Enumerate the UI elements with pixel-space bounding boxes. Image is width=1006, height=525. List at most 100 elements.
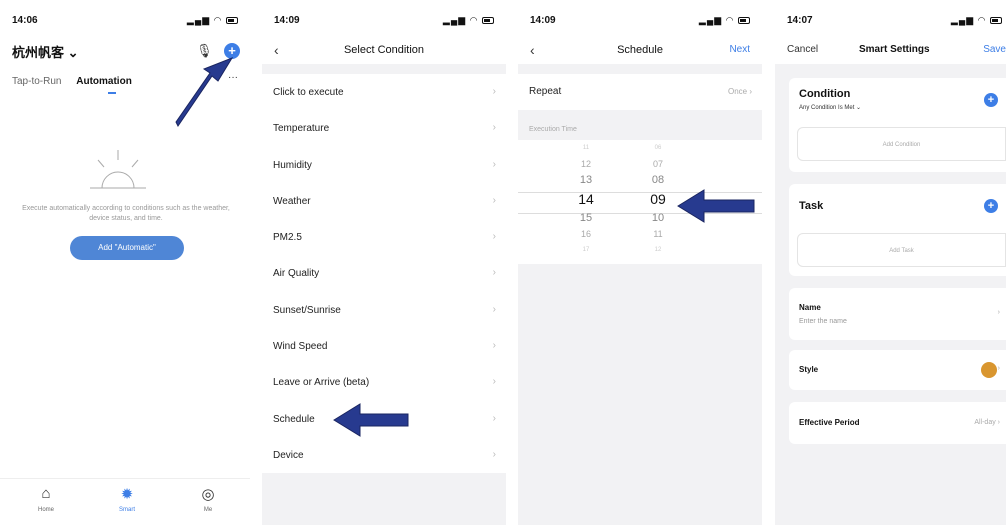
hour-selected[interactable]: 14 bbox=[566, 188, 606, 210]
condition-item[interactable]: Sunset/Sunrise › bbox=[262, 292, 506, 328]
chevron-right-icon: › bbox=[492, 376, 496, 388]
condition-item[interactable]: Weather › bbox=[262, 183, 506, 219]
execution-time-label: Execution Time bbox=[529, 126, 577, 133]
chevron-right-icon: › bbox=[492, 86, 496, 97]
save-button[interactable]: Save bbox=[983, 44, 1006, 55]
empty-state-text: Execute automatically according to condi… bbox=[22, 205, 230, 222]
condition-item[interactable]: Air Quality › bbox=[262, 255, 506, 291]
condition-item-label: Leave or Arrive (beta) bbox=[273, 377, 370, 389]
automation-screen: 14:06 ▂▄▆ ◠ 杭州帆客 ⌄ 🎙 + Tap-to-Run Automa… bbox=[0, 0, 250, 525]
condition-item[interactable]: Humidity › bbox=[262, 147, 506, 183]
add-condition-plus-icon[interactable]: + bbox=[984, 93, 998, 107]
hour-option[interactable]: 16 bbox=[566, 226, 606, 242]
condition-item[interactable]: PM2.5 › bbox=[262, 219, 506, 255]
page-title: Select Condition bbox=[343, 44, 425, 56]
condition-item-label: Device bbox=[273, 449, 304, 461]
condition-item[interactable]: Leave or Arrive (beta) › bbox=[262, 364, 506, 400]
tab-automation[interactable]: Automation bbox=[76, 76, 132, 87]
chevron-right-icon: › bbox=[492, 303, 496, 315]
profile-icon: ◎ bbox=[201, 486, 215, 503]
chevron-right-icon: › bbox=[492, 231, 496, 243]
tab-smart[interactable]: ✹ Smart bbox=[107, 485, 147, 513]
minute-option[interactable]: 10 bbox=[638, 210, 678, 226]
status-time: 14:09 bbox=[530, 15, 556, 26]
tab-me[interactable]: ◎ Me bbox=[188, 485, 228, 513]
name-input[interactable]: Enter the name bbox=[799, 318, 847, 325]
empty-sunrise-icon bbox=[90, 150, 146, 189]
home-icon: ⌂ bbox=[41, 485, 51, 502]
minute-option[interactable]: 12 bbox=[638, 242, 678, 258]
home-selector[interactable]: 杭州帆客 ⌄ bbox=[12, 42, 79, 61]
condition-item-label: Wind Speed bbox=[273, 341, 328, 353]
hour-option[interactable]: 11 bbox=[566, 140, 606, 156]
minute-wheel[interactable]: 06 07 08 09 10 11 12 bbox=[638, 140, 678, 258]
scene-tabs: Tap-to-Run Automation bbox=[12, 76, 144, 87]
condition-item-label: Humidity bbox=[273, 159, 312, 171]
chevron-right-icon: › bbox=[492, 122, 496, 134]
condition-item[interactable]: Click to execute › bbox=[262, 74, 506, 110]
nav-bar: Cancel Smart Settings Save bbox=[775, 38, 1006, 64]
repeat-row[interactable]: Repeat Once › bbox=[518, 74, 762, 110]
tab-tap-to-run[interactable]: Tap-to-Run bbox=[12, 76, 61, 87]
tab-smart-label: Smart bbox=[118, 507, 135, 513]
condition-item-label: Temperature bbox=[273, 123, 330, 135]
signal-wifi-battery-icons: ▂▄▆ ◠ bbox=[443, 15, 494, 26]
name-label: Name bbox=[799, 303, 821, 312]
condition-title: Condition bbox=[799, 88, 851, 100]
add-task-plus-icon[interactable]: + bbox=[984, 199, 998, 213]
page-title: Smart Settings bbox=[859, 44, 930, 55]
repeat-label: Repeat bbox=[529, 86, 562, 97]
hour-option[interactable]: 17 bbox=[566, 242, 606, 258]
condition-item-label: Schedule bbox=[273, 413, 315, 425]
condition-card: Condition Any Condition Is Met ⌄ + Add C… bbox=[789, 78, 1006, 172]
hour-option[interactable]: 15 bbox=[566, 210, 606, 226]
schedule-screen: 14:09 ▂▄▆ ◠ ‹ Schedule Next Repeat Once … bbox=[518, 0, 762, 525]
hour-wheel[interactable]: 11 12 13 14 15 16 17 bbox=[566, 140, 606, 258]
style-color-dot[interactable] bbox=[981, 362, 997, 378]
add-task-button[interactable]: Add Task bbox=[797, 233, 1006, 267]
chevron-right-icon: › bbox=[492, 158, 496, 170]
minute-option[interactable]: 07 bbox=[638, 156, 678, 172]
task-title: Task bbox=[799, 200, 824, 212]
select-condition-screen: 14:09 ▂▄▆ ◠ ‹ Select Condition Click to … bbox=[262, 0, 506, 525]
effective-period-row[interactable]: Effective Period All-day › bbox=[789, 402, 1006, 444]
tab-home[interactable]: ⌂ Home bbox=[26, 485, 66, 513]
condition-item[interactable]: Temperature › bbox=[262, 110, 506, 146]
add-automatic-button[interactable]: Add "Automatic" bbox=[70, 236, 184, 260]
minute-selected[interactable]: 09 bbox=[638, 188, 678, 210]
signal-wifi-battery-icons: ▂▄▆ ◠ bbox=[699, 15, 750, 26]
repeat-value: Once › bbox=[727, 87, 752, 96]
signal-wifi-battery-icons: ▂▄▆ ◠ bbox=[951, 15, 1002, 26]
hour-option[interactable]: 12 bbox=[566, 156, 606, 172]
nav-bar: ‹ Schedule Next bbox=[518, 38, 762, 64]
page-title: Schedule bbox=[617, 44, 663, 56]
status-time: 14:06 bbox=[12, 15, 38, 26]
name-row[interactable]: Name Enter the name › bbox=[789, 288, 1006, 340]
status-bar: 14:09 ▂▄▆ ◠ bbox=[518, 0, 762, 40]
chevron-right-icon: › bbox=[492, 448, 496, 460]
signal-wifi-battery-icons: ▂▄▆ ◠ bbox=[187, 15, 238, 26]
next-button[interactable]: Next bbox=[729, 44, 750, 55]
arrow-to-add-icon bbox=[175, 56, 234, 127]
condition-item-label: Air Quality bbox=[273, 268, 320, 280]
effective-period-value: All-day › bbox=[974, 419, 1000, 426]
status-time: 14:07 bbox=[787, 15, 813, 26]
condition-item[interactable]: Wind Speed › bbox=[262, 328, 506, 364]
sun-icon: ✹ bbox=[120, 486, 134, 503]
condition-item[interactable]: Device › bbox=[262, 437, 506, 473]
minute-option[interactable]: 08 bbox=[638, 172, 678, 188]
style-row[interactable]: Style › bbox=[789, 350, 1006, 390]
condition-match-selector[interactable]: Any Condition Is Met ⌄ bbox=[799, 104, 861, 111]
minute-option[interactable]: 06 bbox=[638, 140, 678, 156]
chevron-right-icon: › bbox=[997, 309, 1000, 316]
tab-me-label: Me bbox=[203, 507, 213, 513]
minute-option[interactable]: 11 bbox=[638, 226, 678, 242]
cancel-button[interactable]: Cancel bbox=[787, 44, 818, 55]
tab-home-label: Home bbox=[37, 507, 54, 513]
hour-option[interactable]: 13 bbox=[566, 172, 606, 188]
add-condition-button[interactable]: Add Condition bbox=[797, 127, 1006, 161]
active-tab-indicator bbox=[108, 92, 116, 94]
chevron-right-icon: › bbox=[492, 340, 496, 352]
task-card: Task + Add Task bbox=[789, 184, 1006, 276]
chevron-right-icon: › bbox=[492, 267, 496, 279]
